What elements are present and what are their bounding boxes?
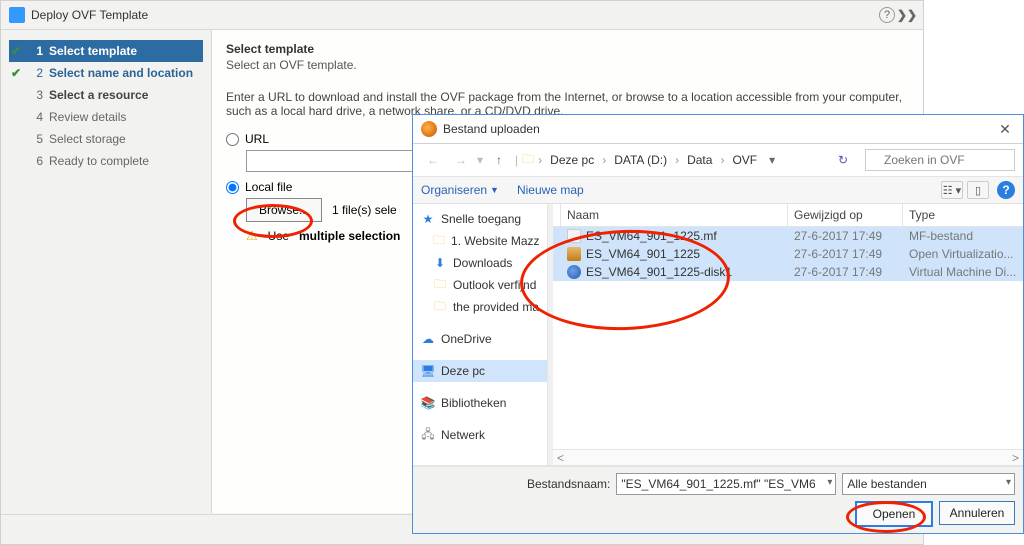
wizard-steps-list: ✔ 1 Select template ✔ 2 Select name and … xyxy=(1,30,211,513)
wizard-title: Deploy OVF Template xyxy=(31,8,148,22)
ovf-file-icon xyxy=(567,247,581,261)
sidebar-item[interactable]: 🗀 Outlook verfijnd xyxy=(413,274,547,296)
preview-pane-icon[interactable]: ▯ xyxy=(967,181,989,199)
forward-icon[interactable]: → xyxy=(449,148,473,172)
sidebar-nav: ★ Snelle toegang 🗀 1. Website Mazz ⬇ Dow… xyxy=(413,204,548,465)
warning-icon: ⚠ xyxy=(246,228,258,244)
breadcrumb-item[interactable]: Deze pc xyxy=(546,151,598,169)
sidebar-item-onedrive[interactable]: ☁ OneDrive xyxy=(413,328,547,350)
caret-down-icon[interactable]: ▾ xyxy=(827,477,832,488)
back-icon[interactable]: ← xyxy=(421,148,445,172)
file-open-dialog: Bestand uploaden ✕ ← → ▾ ↑ | 🗀 › Deze pc… xyxy=(412,114,1024,534)
dialog-titlebar: Bestand uploaden ✕ xyxy=(413,115,1023,144)
folder-icon: 🗀 xyxy=(522,150,534,171)
organize-menu[interactable]: Organiseren ▼ xyxy=(421,183,499,197)
close-icon[interactable]: ✕ xyxy=(995,119,1015,139)
sidebar-item-this-pc[interactable]: 🖥 Deze pc xyxy=(413,360,547,382)
filename-combo[interactable] xyxy=(616,473,836,495)
file-row[interactable]: ES_VM64_901_1225.mf 27-6-2017 17:49 MF-b… xyxy=(553,227,1023,245)
file-icon xyxy=(567,229,581,243)
file-list-pane: Naam Gewijzigd op Type ES_VM64_901_1225.… xyxy=(553,204,1023,465)
column-date-modified[interactable]: Gewijzigd op xyxy=(788,204,903,226)
horizontal-scrollbar[interactable]: < > xyxy=(553,449,1023,465)
column-type[interactable]: Type xyxy=(903,204,1023,226)
cancel-button[interactable]: Annuleren xyxy=(939,501,1015,525)
folder-icon: 🗀 xyxy=(433,300,447,314)
wizard-step-1[interactable]: ✔ 1 Select template xyxy=(9,40,203,62)
breadcrumb-item[interactable]: DATA (D:) xyxy=(610,151,671,169)
dialog-buttons-row: Openen Annuleren xyxy=(421,501,1015,527)
dialog-bottom: Bestandsnaam: ▾ ▾ Openen Annuleren xyxy=(413,466,1023,533)
sidebar-item-quick-access[interactable]: ★ Snelle toegang xyxy=(413,208,547,230)
download-icon: ⬇ xyxy=(433,256,447,270)
help-icon[interactable]: ? xyxy=(997,181,1015,199)
vmdk-file-icon xyxy=(567,265,581,279)
network-icon: 🖧 xyxy=(421,428,435,442)
file-type-filter[interactable] xyxy=(842,473,1015,495)
check-icon: ✔ xyxy=(11,66,25,80)
caret-down-icon[interactable]: ▾ xyxy=(1006,477,1011,488)
wizard-app-icon xyxy=(9,7,25,23)
filename-label: Bestandsnaam: xyxy=(527,477,610,491)
star-icon: ★ xyxy=(421,212,435,226)
sidebar-item[interactable]: 🗀 the provided ma xyxy=(413,296,547,318)
folder-icon: 🗀 xyxy=(433,278,447,292)
firefox-icon xyxy=(421,121,437,137)
radio-local-file[interactable] xyxy=(226,181,239,194)
new-folder-button[interactable]: Nieuwe map xyxy=(517,183,584,197)
caret-down-icon: ▼ xyxy=(490,185,499,195)
sidebar-item-downloads[interactable]: ⬇ Downloads xyxy=(413,252,547,274)
wizard-titlebar: Deploy OVF Template ? ❯❯ xyxy=(1,1,923,30)
folder-icon: 🗀 xyxy=(433,234,445,248)
sidebar-item-network[interactable]: 🖧 Netwerk xyxy=(413,424,547,446)
radio-url[interactable] xyxy=(226,133,239,146)
collapse-icon[interactable]: ❯❯ xyxy=(899,7,915,23)
scroll-right-icon[interactable]: > xyxy=(1008,451,1023,465)
breadcrumb-item[interactable]: OVF xyxy=(728,151,761,169)
file-row[interactable]: ES_VM64_901_1225 27-6-2017 17:49 Open Vi… xyxy=(553,245,1023,263)
view-list-icon[interactable]: ☷ ▾ xyxy=(941,181,963,199)
breadcrumb[interactable]: › Deze pc › DATA (D:) › Data › OVF ▾ xyxy=(538,151,829,169)
open-button[interactable]: Openen xyxy=(855,501,933,527)
search-input[interactable] xyxy=(865,149,1015,171)
sidebar-item[interactable]: 🗀 1. Website Mazz xyxy=(413,230,547,252)
wizard-step-5[interactable]: ✔ 5 Select storage xyxy=(9,128,203,150)
dialog-title: Bestand uploaden xyxy=(443,122,540,136)
check-icon: ✔ xyxy=(11,44,25,58)
breadcrumb-drop-icon[interactable]: ▾ xyxy=(765,153,779,167)
dialog-toolbar: Organiseren ▼ Nieuwe map ☷ ▾ ▯ ? xyxy=(413,177,1023,204)
up-icon[interactable]: ↑ xyxy=(487,148,511,172)
wizard-step-4[interactable]: ✔ 4 Review details xyxy=(9,106,203,128)
scroll-left-icon[interactable]: < xyxy=(553,451,568,465)
browse-button[interactable]: Browse... xyxy=(246,198,322,222)
help-icon[interactable]: ? xyxy=(879,7,895,23)
breadcrumb-item[interactable]: Data xyxy=(683,151,716,169)
wizard-step-2[interactable]: ✔ 2 Select name and location xyxy=(9,62,203,84)
sidebar-item-libraries[interactable]: 📚 Bibliotheken xyxy=(413,392,547,414)
content-title: Select template xyxy=(226,42,909,56)
wizard-step-3[interactable]: ✔ 3 Select a resource xyxy=(9,84,203,106)
content-subtitle: Select an OVF template. xyxy=(226,58,909,72)
filename-row: Bestandsnaam: ▾ ▾ xyxy=(421,473,1015,495)
file-header-row: Naam Gewijzigd op Type xyxy=(553,204,1023,227)
dialog-main: ★ Snelle toegang 🗀 1. Website Mazz ⬇ Dow… xyxy=(413,204,1023,466)
dialog-nav: ← → ▾ ↑ | 🗀 › Deze pc › DATA (D:) › Data… xyxy=(413,144,1023,177)
selected-file-count: 1 file(s) sele xyxy=(332,203,397,217)
monitor-icon: 🖥 xyxy=(421,364,435,378)
cloud-icon: ☁ xyxy=(421,332,435,346)
refresh-icon[interactable]: ↻ xyxy=(833,150,853,170)
wizard-step-6[interactable]: ✔ 6 Ready to complete xyxy=(9,150,203,172)
file-row[interactable]: ES_VM64_901_1225-disk1 27-6-2017 17:49 V… xyxy=(553,263,1023,281)
library-icon: 📚 xyxy=(421,396,435,410)
column-name[interactable]: Naam xyxy=(561,204,788,226)
